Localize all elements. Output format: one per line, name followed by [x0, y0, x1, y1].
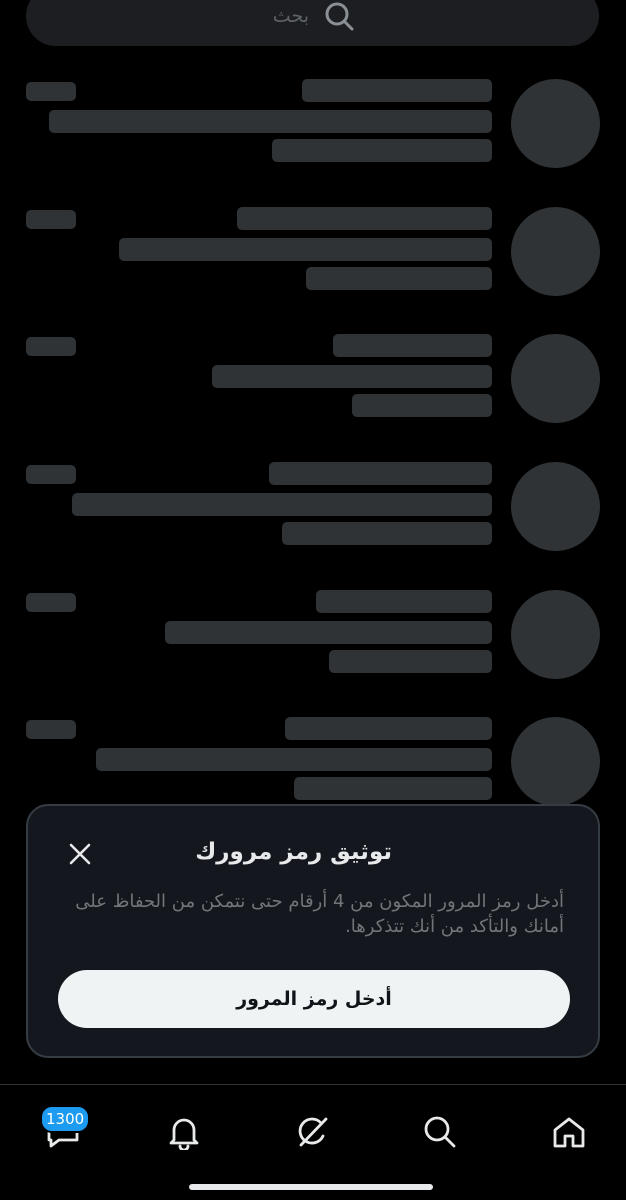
skeleton-line — [272, 139, 492, 162]
skeleton-timestamp — [26, 593, 76, 612]
avatar-placeholder — [511, 79, 600, 168]
skeleton-line — [285, 717, 492, 740]
skeleton-line — [333, 334, 492, 357]
grok-icon — [298, 1117, 328, 1147]
avatar-placeholder — [511, 462, 600, 551]
skeleton-line — [269, 462, 492, 485]
skeleton-row — [0, 334, 626, 444]
avatar-placeholder — [511, 207, 600, 296]
skeleton-line — [49, 110, 492, 133]
nav-home[interactable] — [546, 1109, 592, 1155]
search-icon — [325, 2, 354, 31]
close-icon — [69, 843, 91, 865]
avatar-placeholder — [511, 334, 600, 423]
skeleton-line — [237, 207, 492, 230]
sheet-description: أدخل رمز المرور المكون من 4 أرقام حتى نت… — [75, 891, 564, 937]
close-button[interactable] — [64, 838, 96, 870]
nav-grok[interactable] — [290, 1109, 336, 1155]
home-icon — [553, 1117, 585, 1148]
skeleton-line — [294, 777, 492, 800]
skeleton-timestamp — [26, 465, 76, 484]
skeleton-row — [0, 79, 626, 189]
enter-passcode-button[interactable]: أدخل رمز المرور — [58, 970, 570, 1028]
skeleton-timestamp — [26, 210, 76, 229]
bell-icon — [169, 1118, 199, 1150]
skeleton-line — [165, 621, 492, 644]
skeleton-line — [72, 493, 492, 516]
skeleton-row — [0, 590, 626, 700]
search-bar[interactable]: بحث — [26, 0, 599, 46]
skeleton-line — [302, 79, 492, 102]
nav-notifications[interactable] — [161, 1109, 207, 1155]
skeleton-line — [329, 650, 492, 673]
nav-search[interactable] — [417, 1109, 463, 1155]
skeleton-line — [352, 394, 492, 417]
skeleton-timestamp — [26, 720, 76, 739]
skeleton-row — [0, 462, 626, 572]
home-indicator — [189, 1184, 433, 1190]
skeleton-line — [212, 365, 492, 388]
avatar-placeholder — [511, 717, 600, 806]
messages-badge: 1300 — [40, 1105, 91, 1133]
skeleton-line — [306, 267, 492, 290]
skeleton-line — [282, 522, 492, 545]
search-placeholder: بحث — [272, 5, 309, 27]
skeleton-timestamp — [26, 82, 76, 101]
bottom-nav — [0, 1085, 626, 1200]
sheet-title: توثيق رمز مرورك — [195, 839, 392, 865]
skeleton-timestamp — [26, 337, 76, 356]
search-icon — [424, 1116, 456, 1148]
skeleton-row — [0, 207, 626, 317]
avatar-placeholder — [511, 590, 600, 679]
passcode-prompt-sheet: توثيق رمز مرورك أدخل رمز المرور المكون م… — [26, 804, 600, 1058]
skeleton-line — [119, 238, 492, 261]
skeleton-line — [316, 590, 492, 613]
search-inner: بحث — [273, 0, 355, 32]
skeleton-line — [96, 748, 492, 771]
